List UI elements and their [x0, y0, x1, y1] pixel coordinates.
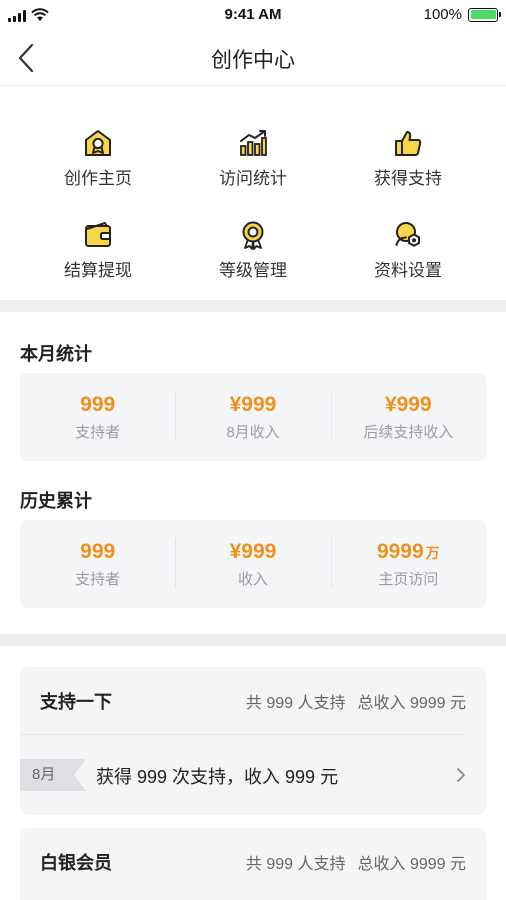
home-badge-icon	[85, 130, 111, 156]
tier-header: 白银会员 共 999 人支持 总收入 9999 元	[20, 828, 486, 896]
bar-chart-icon	[240, 130, 267, 156]
grid-item-visit-stats[interactable]: 访问统计	[169, 114, 337, 188]
grid-item-label: 创作主页	[64, 169, 132, 188]
grid-item-get-support[interactable]: 获得支持	[324, 114, 492, 188]
history-stats-card: 999 支持者 ¥999 收入 9999 万 主页访问	[20, 520, 486, 608]
nav-bar: 创作中心	[0, 30, 506, 86]
tier-card-support: 支持一下 共 999 人支持 总收入 9999 元 8月 获得 999 次支持，…	[20, 667, 486, 815]
grid-item-creator-home[interactable]: 创作主页	[14, 114, 182, 188]
monthly-stats-card: 999 支持者 ¥999 8月收入 ¥999 后续支持收入	[20, 373, 486, 461]
stat-value: 9999 万	[376, 540, 440, 563]
grid-item-settlement[interactable]: 结算提现	[14, 206, 182, 280]
stat-total-supporters: 999 支持者	[20, 520, 175, 608]
stat-label: 后续支持收入	[363, 424, 454, 441]
grid-item-profile-settings[interactable]: 资料设置	[324, 206, 492, 280]
stat-label: 支持者	[75, 571, 121, 588]
grid-item-label: 获得支持	[374, 169, 442, 188]
tier-name: 支持一下	[40, 691, 112, 712]
grid-item-label: 访问统计	[219, 169, 287, 188]
tier-month-row[interactable]: 8月 获得 999 次支持，收入 999 元	[20, 735, 486, 815]
settings-icon	[395, 222, 420, 247]
tier-income: 总收入 9999 元	[357, 694, 467, 712]
tier-summary: 共 999 人支持 总收入 9999 元	[246, 689, 466, 713]
grid-item-level-management[interactable]: 等级管理	[169, 206, 337, 280]
thumbs-up-icon	[395, 131, 422, 156]
section-divider	[0, 634, 506, 646]
stat-unit: 万	[425, 545, 440, 561]
tier-header: 支持一下 共 999 人支持 总收入 9999 元	[20, 667, 466, 735]
stat-value: ¥999	[384, 393, 432, 416]
stat-total-income: ¥999 收入	[175, 520, 330, 608]
stat-followup-income: ¥999 后续支持收入	[330, 373, 486, 461]
wallet-icon	[85, 222, 111, 247]
stat-label: 8月收入	[226, 424, 280, 441]
status-bar: 9:41 AM 100%	[0, 0, 506, 30]
stat-value: ¥999	[229, 540, 277, 563]
stat-label: 收入	[237, 571, 268, 588]
grid-item-label: 等级管理	[219, 261, 287, 280]
stat-supporters: 999 支持者	[20, 373, 175, 461]
medal-icon	[242, 221, 264, 250]
grid-item-label: 结算提现	[64, 261, 132, 280]
stat-label: 支持者	[75, 424, 121, 441]
stat-value: 999	[80, 393, 116, 416]
chevron-right-icon	[457, 768, 465, 782]
history-stats-title: 历史累计	[20, 491, 92, 511]
battery-icon	[468, 7, 501, 22]
status-right: 100%	[423, 6, 501, 23]
page-title: 创作中心	[211, 49, 295, 72]
tier-supporters: 共 999 人支持	[245, 856, 346, 873]
tier-name: 白银会员	[40, 853, 112, 873]
battery-percent: 100%	[423, 6, 462, 23]
tier-income: 总收入 9999 元	[357, 856, 467, 873]
tier-card-silver[interactable]: 白银会员 共 999 人支持 总收入 9999 元	[20, 828, 486, 900]
feature-grid: 创作主页 访问统计 获得支持 结算提现 等级管理 资料设置	[0, 104, 506, 294]
section-divider	[0, 300, 506, 312]
month-tag: 8月	[20, 759, 86, 791]
stat-month-income: ¥999 8月收入	[175, 373, 330, 461]
stat-value: 999	[80, 540, 116, 563]
grid-item-label: 资料设置	[374, 261, 442, 280]
month-summary-text: 获得 999 次支持，收入 999 元	[96, 767, 339, 787]
stat-label: 主页访问	[378, 571, 439, 588]
stat-value: ¥999	[229, 393, 277, 416]
tier-supporters: 共 999 人支持	[245, 694, 346, 712]
monthly-stats-title: 本月统计	[20, 344, 92, 364]
stat-home-visits: 9999 万 主页访问	[330, 520, 486, 608]
tier-summary: 共 999 人支持 总收入 9999 元	[246, 850, 466, 874]
